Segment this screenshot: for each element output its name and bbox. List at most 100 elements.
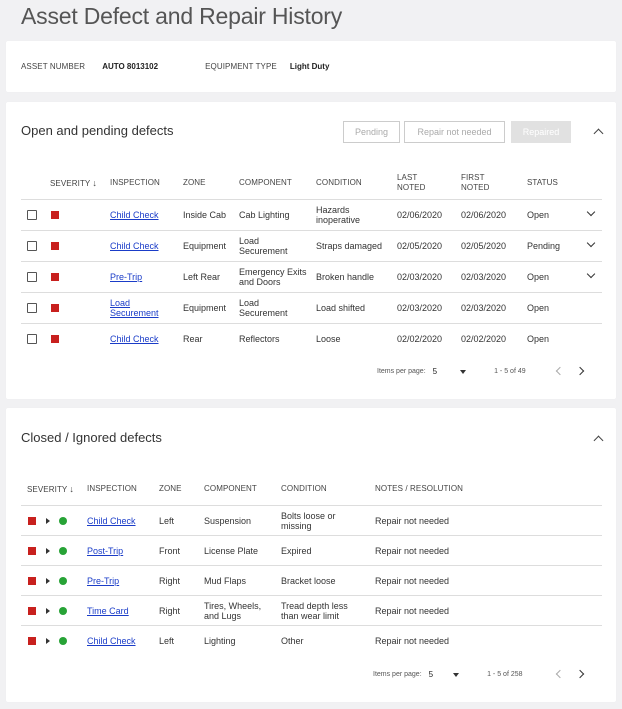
- col-severity[interactable]: SEVERITY ↓: [27, 484, 74, 495]
- status-cell: Open: [527, 272, 550, 282]
- expand-row-button[interactable]: [586, 238, 596, 248]
- resolved-status-icon: [59, 517, 67, 525]
- chevron-down-icon: [586, 238, 596, 248]
- row-checkbox[interactable]: [27, 241, 37, 251]
- filter-repair-not-needed-button[interactable]: Repair not needed: [404, 121, 505, 143]
- table-row: Child Check Left Lighting Other Repair not n…: [21, 625, 602, 655]
- open-defects-card: Open and pending defects Pending Repair …: [6, 102, 616, 399]
- items-per-page-select[interactable]: 5: [433, 367, 437, 376]
- col-zone: ZONE: [183, 178, 206, 187]
- severity-icon: [51, 211, 59, 219]
- collapse-closed-section-icon[interactable]: [593, 435, 604, 446]
- component-cell: Emergency Exits and Doors: [239, 267, 307, 287]
- filter-pending-button[interactable]: Pending: [343, 121, 400, 143]
- component-cell: Reflectors: [239, 334, 280, 344]
- condition-cell: Broken handle: [316, 272, 375, 282]
- last-noted-cell: 02/02/2020: [397, 334, 443, 344]
- page-title: Asset Defect and Repair History: [21, 3, 343, 29]
- page-range: 1 - 5 of 258: [487, 671, 523, 678]
- table-row: Child Check Equipment Load Securement Strap…: [21, 230, 602, 261]
- col-condition: CONDITION: [316, 178, 362, 187]
- asset-number-value: AUTO 8013102: [102, 62, 159, 71]
- row-checkbox[interactable]: [27, 334, 37, 344]
- notes-cell: Repair not needed: [375, 636, 450, 646]
- condition-cell: Straps damaged: [316, 241, 383, 251]
- component-cell: Suspension: [204, 516, 252, 526]
- page-range: 1 - 5 of 49: [494, 368, 526, 375]
- inspection-link[interactable]: Post-Trip: [87, 546, 123, 556]
- severity-icon: [28, 517, 36, 525]
- row-checkbox[interactable]: [27, 210, 37, 220]
- col-severity[interactable]: SEVERITY ↓: [50, 178, 97, 189]
- closed-defects-card: Closed / Ignored defects SEVERITY ↓ INSPE…: [6, 408, 616, 702]
- notes-cell: Repair not needed: [375, 576, 450, 586]
- severity-icon: [28, 637, 36, 645]
- severity-icon: [28, 607, 36, 615]
- inspection-link[interactable]: Pre-Trip: [87, 576, 119, 586]
- table-row: Child Check Inside Cab Cab Lighting Hazards…: [21, 199, 602, 230]
- condition-cell: Bolts loose or missing: [281, 511, 336, 531]
- component-cell: Mud Flaps: [204, 576, 247, 586]
- status-cell: Open: [527, 334, 550, 344]
- last-noted-cell: 02/03/2020: [397, 272, 443, 282]
- open-pager: Items per page: 5 1 - 5 of 49: [377, 367, 526, 376]
- filter-repaired-button[interactable]: Repaired: [511, 121, 571, 143]
- component-cell: Cab Lighting: [239, 210, 290, 220]
- condition-cell: Expired: [281, 546, 312, 556]
- inspection-link[interactable]: Child Check: [87, 516, 136, 526]
- items-per-page-dropdown-icon[interactable]: [460, 369, 467, 374]
- col-component: COMPONENT: [239, 178, 292, 187]
- expand-row-button[interactable]: [586, 269, 596, 279]
- notes-cell: Repair not needed: [375, 546, 450, 556]
- collapse-open-section-icon[interactable]: [593, 128, 604, 139]
- zone-cell: Right: [159, 606, 181, 616]
- table-row: Load Securement Equipment Load Securement L…: [21, 292, 602, 323]
- status-cell: Open: [527, 210, 550, 220]
- severity-icon: [28, 577, 36, 585]
- prev-page-icon[interactable]: [555, 366, 565, 376]
- col-inspection: INSPECTION: [87, 484, 137, 493]
- inspection-link[interactable]: Child Check: [110, 334, 170, 344]
- col-component: COMPONENT: [204, 484, 257, 493]
- first-noted-cell: 02/05/2020: [461, 241, 507, 251]
- asset-info-card: ASSET NUMBER AUTO 8013102 EQUIPMENT TYPE…: [6, 41, 616, 92]
- condition-cell: Load shifted: [316, 303, 366, 313]
- inspection-link[interactable]: Child Check: [87, 636, 136, 646]
- next-page-icon[interactable]: [575, 669, 585, 679]
- table-row: Child Check Rear Reflectors Loose 02/02/2020…: [21, 323, 602, 354]
- expand-row-icon[interactable]: [46, 518, 50, 524]
- items-per-page-select[interactable]: 5: [429, 670, 433, 679]
- condition-cell: Hazards inoperative: [316, 205, 361, 225]
- condition-cell: Bracket loose: [281, 576, 336, 586]
- component-cell: Load Securement: [239, 298, 288, 318]
- resolved-status-icon: [59, 607, 67, 615]
- expand-row-icon[interactable]: [46, 638, 50, 644]
- expand-row-icon[interactable]: [46, 608, 50, 614]
- asset-number-label: ASSET NUMBER: [21, 62, 86, 71]
- resolved-status-icon: [59, 547, 67, 555]
- zone-cell: Front: [159, 546, 181, 556]
- inspection-link[interactable]: Time Card: [87, 606, 129, 616]
- row-checkbox[interactable]: [27, 272, 37, 282]
- expand-row-button[interactable]: [586, 207, 596, 217]
- table-row: Time Card Right Tires, Wheels, and Lugs Tre…: [21, 595, 602, 625]
- row-checkbox[interactable]: [27, 303, 37, 313]
- inspection-link[interactable]: Child Check: [110, 210, 170, 220]
- items-per-page-dropdown-icon[interactable]: [453, 672, 460, 677]
- asset-info-row: ASSET NUMBER AUTO 8013102 EQUIPMENT TYPE…: [21, 62, 329, 71]
- zone-cell: Right: [159, 576, 181, 586]
- expand-row-icon[interactable]: [46, 548, 50, 554]
- condition-cell: Tread depth less than wear limit: [281, 601, 348, 621]
- first-noted-cell: 02/03/2020: [461, 303, 507, 313]
- equipment-type-label: EQUIPMENT TYPE: [205, 62, 277, 71]
- prev-page-icon[interactable]: [555, 669, 565, 679]
- component-cell: Tires, Wheels, and Lugs: [204, 601, 262, 621]
- inspection-link[interactable]: Child Check: [110, 241, 170, 251]
- zone-cell: Left: [159, 516, 175, 526]
- expand-row-icon[interactable]: [46, 578, 50, 584]
- col-condition: CONDITION: [281, 484, 327, 493]
- inspection-link[interactable]: Load Securement: [110, 298, 170, 318]
- inspection-link[interactable]: Pre-Trip: [110, 272, 170, 282]
- status-cell: Open: [527, 303, 550, 313]
- next-page-icon[interactable]: [575, 366, 585, 376]
